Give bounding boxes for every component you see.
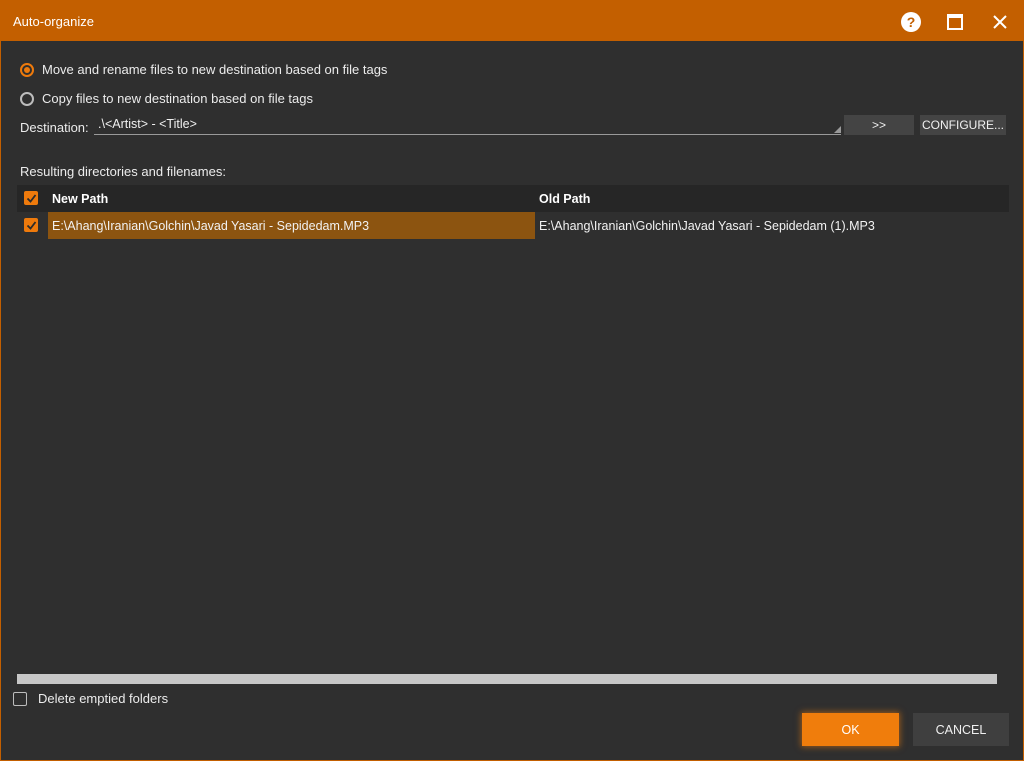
svg-text:?: ? bbox=[907, 14, 916, 30]
close-button[interactable] bbox=[987, 9, 1013, 35]
delete-emptied-option[interactable]: Delete emptied folders bbox=[13, 691, 168, 706]
help-button[interactable]: ? bbox=[898, 9, 924, 35]
column-old-path[interactable]: Old Path bbox=[539, 192, 590, 206]
close-icon bbox=[993, 15, 1007, 29]
resize-grip-icon bbox=[834, 126, 841, 133]
maximize-icon bbox=[947, 14, 963, 30]
copy-option[interactable]: Copy files to new destination based on f… bbox=[20, 91, 313, 106]
table-row[interactable]: E:\Ahang\Iranian\Golchin\Javad Yasari - … bbox=[17, 212, 1009, 239]
horizontal-scrollbar[interactable] bbox=[17, 674, 997, 684]
check-icon bbox=[26, 220, 36, 230]
maximize-button[interactable] bbox=[942, 9, 968, 35]
window-title: Auto-organize bbox=[13, 14, 94, 29]
old-path-text: E:\Ahang\Iranian\Golchin\Javad Yasari - … bbox=[539, 219, 875, 233]
cancel-button[interactable]: CANCEL bbox=[913, 713, 1009, 746]
configure-button[interactable]: CONFIGURE... bbox=[920, 115, 1006, 135]
new-path-cell[interactable]: E:\Ahang\Iranian\Golchin\Javad Yasari - … bbox=[48, 212, 535, 239]
copy-radio[interactable] bbox=[20, 91, 34, 106]
help-circle-icon: ? bbox=[901, 12, 921, 32]
column-new-path[interactable]: New Path bbox=[52, 192, 108, 206]
destination-label: Destination: bbox=[20, 120, 89, 135]
move-rename-option[interactable]: Move and rename files to new destination… bbox=[20, 62, 387, 77]
new-path-text: E:\Ahang\Iranian\Golchin\Javad Yasari - … bbox=[52, 219, 370, 233]
ok-button[interactable]: OK bbox=[802, 713, 899, 746]
destination-value: .\<Artist> - <Title> bbox=[98, 117, 197, 131]
move-rename-label: Move and rename files to new destination… bbox=[42, 62, 388, 77]
row-checkbox[interactable] bbox=[24, 218, 38, 232]
results-grid-header: New Path Old Path bbox=[17, 185, 1009, 212]
title-bar: Auto-organize ? bbox=[1, 1, 1023, 41]
auto-organize-dialog: Auto-organize ? Move and rename files to… bbox=[0, 0, 1024, 761]
select-all-checkbox[interactable] bbox=[24, 191, 38, 205]
move-rename-radio[interactable] bbox=[20, 62, 34, 77]
insert-field-button[interactable]: >> bbox=[844, 115, 914, 135]
results-label: Resulting directories and filenames: bbox=[20, 164, 226, 179]
destination-input[interactable]: .\<Artist> - <Title> bbox=[94, 115, 841, 135]
delete-emptied-checkbox[interactable] bbox=[13, 691, 27, 706]
delete-emptied-label: Delete emptied folders bbox=[38, 691, 169, 706]
copy-label: Copy files to new destination based on f… bbox=[42, 91, 314, 106]
check-icon bbox=[26, 193, 36, 203]
